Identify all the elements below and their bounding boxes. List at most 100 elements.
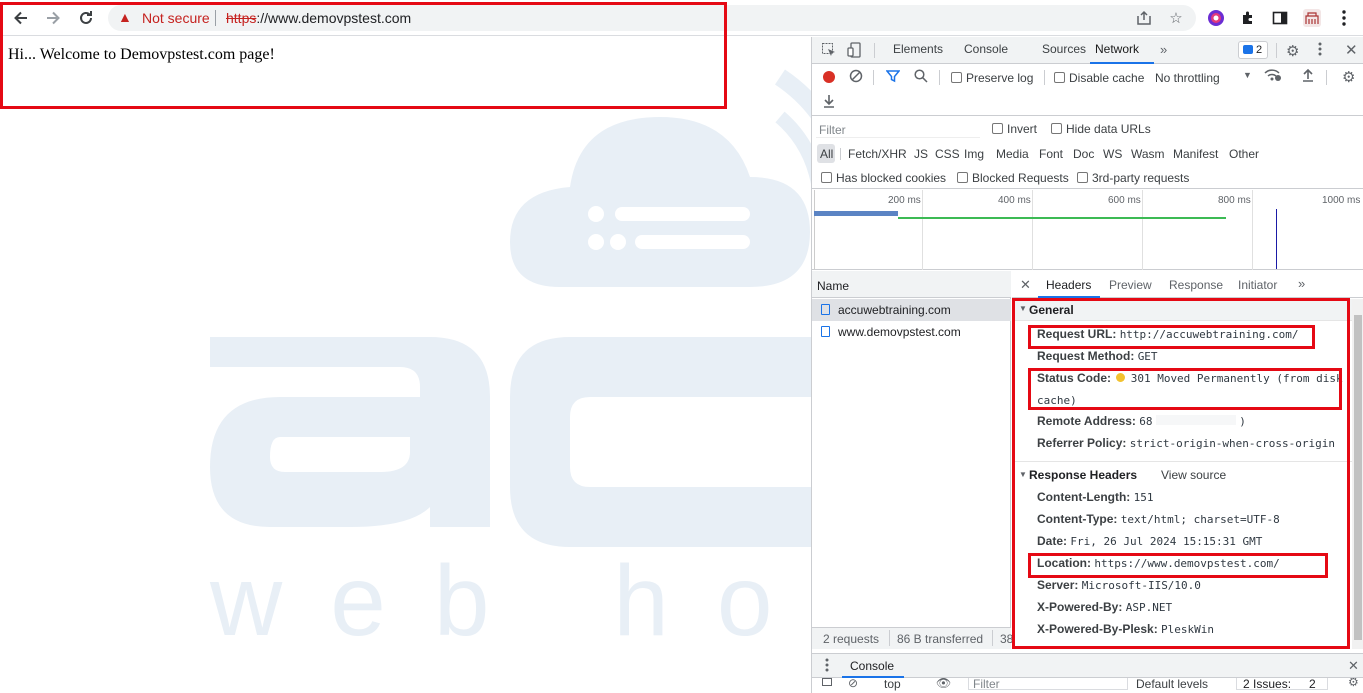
- type-filter-media[interactable]: Media: [996, 147, 1029, 161]
- type-filter-css[interactable]: CSS: [935, 147, 960, 161]
- more-detail-tabs-chevron-icon[interactable]: »: [1298, 276, 1305, 291]
- drawer-menu-icon[interactable]: [825, 658, 829, 675]
- timeline-overview[interactable]: 200 ms 400 ms 600 ms 800 ms 1000 ms: [812, 190, 1363, 270]
- tab-console[interactable]: Console: [964, 42, 1008, 56]
- type-filter-js[interactable]: JS: [914, 147, 928, 161]
- detail-tab-initiator[interactable]: Initiator: [1238, 278, 1277, 292]
- detail-tabbar: ✕ Headers Preview Response Initiator »: [1012, 271, 1363, 298]
- settings-gear-icon[interactable]: ⚙: [1286, 42, 1299, 60]
- type-filter-fetch-xhr[interactable]: Fetch/XHR: [848, 147, 907, 161]
- annotation-box-headers: [1012, 298, 1350, 649]
- filter-placeholder: Filter: [819, 123, 846, 137]
- devtools-panel: Elements Console Sources Network » 2 ⚙ ✕…: [811, 37, 1363, 693]
- side-panel-icon[interactable]: [1270, 8, 1290, 28]
- blocked-requests-checkbox[interactable]: Blocked Requests: [957, 171, 1069, 185]
- status-divider: [889, 630, 890, 646]
- type-filter-img[interactable]: Img: [964, 147, 984, 161]
- timeline-request-bar: [814, 211, 898, 216]
- timeline-request-bar: [898, 217, 1226, 219]
- timeline-gridline: [1032, 190, 1033, 270]
- close-drawer-icon[interactable]: ✕: [1348, 658, 1359, 674]
- filter-input[interactable]: Filter: [816, 120, 980, 138]
- filter-bar: Filter Invert Hide data URLs All Fetch/X…: [812, 117, 1363, 189]
- browser-menu-icon[interactable]: [1334, 8, 1354, 28]
- more-tabs-chevron-icon[interactable]: »: [1160, 42, 1167, 57]
- issues-message-icon: [1243, 45, 1253, 54]
- levels-select[interactable]: Default levels: [1136, 678, 1208, 691]
- preserve-log-label: Preserve log: [966, 71, 1034, 85]
- export-har-icon[interactable]: [822, 94, 836, 111]
- has-blocked-cookies-checkbox[interactable]: Has blocked cookies: [821, 171, 946, 185]
- annotation-box-request-url: [1028, 325, 1315, 349]
- type-filter-manifest[interactable]: Manifest: [1173, 147, 1218, 161]
- console-filter-input[interactable]: Filter: [968, 678, 1128, 691]
- inspect-element-icon[interactable]: [821, 42, 837, 61]
- timeline-tick-label: 400 ms: [998, 195, 1031, 206]
- request-detail-pane: ✕ Headers Preview Response Initiator » ▼…: [1012, 271, 1363, 649]
- console-settings-gear-icon[interactable]: ⚙: [1348, 678, 1359, 689]
- has-blocked-cookies-label: Has blocked cookies: [836, 171, 947, 185]
- detail-tab-response[interactable]: Response: [1169, 278, 1223, 292]
- type-filter-other[interactable]: Other: [1229, 147, 1259, 161]
- blocked-requests-label: Blocked Requests: [972, 171, 1069, 185]
- share-icon[interactable]: [1134, 8, 1154, 28]
- document-icon: [821, 304, 830, 315]
- toolbar-divider: [1044, 70, 1045, 85]
- eye-icon[interactable]: 👁: [936, 678, 951, 690]
- profile-avatar-icon[interactable]: [1302, 8, 1322, 28]
- tab-divider: [1276, 43, 1277, 58]
- network-settings-gear-icon[interactable]: ⚙: [1342, 68, 1355, 86]
- sidebar-toggle-icon[interactable]: [822, 678, 832, 686]
- type-filter-doc[interactable]: Doc: [1073, 147, 1094, 161]
- tab-sources[interactable]: Sources: [1042, 42, 1086, 56]
- clear-icon[interactable]: [849, 69, 863, 86]
- detail-tab-headers[interactable]: Headers: [1046, 278, 1091, 292]
- request-row[interactable]: accuwebtraining.com: [812, 299, 1011, 321]
- disable-cache-label: Disable cache: [1069, 71, 1145, 85]
- detail-scrollbar[interactable]: [1352, 299, 1363, 649]
- name-column-header[interactable]: Name: [817, 279, 849, 293]
- invert-checkbox[interactable]: Invert: [992, 122, 1037, 136]
- drawer-tab-console[interactable]: Console: [850, 659, 894, 673]
- throttling-select[interactable]: No throttling: [1155, 71, 1220, 85]
- throttling-value: No throttling: [1155, 71, 1220, 85]
- timeline-tick-label: 200 ms: [888, 195, 921, 206]
- device-toolbar-icon[interactable]: [847, 42, 863, 61]
- type-filter-font[interactable]: Font: [1039, 147, 1063, 161]
- filter-funnel-icon[interactable]: [885, 69, 901, 86]
- hide-data-urls-checkbox[interactable]: Hide data URLs: [1051, 122, 1151, 136]
- disable-cache-checkbox[interactable]: Disable cache: [1054, 71, 1144, 85]
- preserve-log-checkbox[interactable]: Preserve log: [951, 71, 1033, 85]
- devtools-menu-icon[interactable]: [1318, 42, 1322, 59]
- tab-elements[interactable]: Elements: [893, 42, 943, 56]
- console-issues-count: 2: [1309, 678, 1316, 691]
- network-conditions-icon[interactable]: [1264, 68, 1282, 85]
- third-party-checkbox[interactable]: 3rd-party requests: [1077, 171, 1189, 185]
- toolbar-divider: [873, 70, 874, 85]
- scrollbar-thumb[interactable]: [1354, 315, 1362, 640]
- context-select[interactable]: top: [884, 678, 901, 691]
- issues-count: 2: [1256, 44, 1263, 56]
- close-detail-icon[interactable]: ✕: [1020, 277, 1031, 293]
- console-issues-button[interactable]: 2 Issues: 2: [1236, 678, 1328, 691]
- record-icon[interactable]: [823, 71, 835, 83]
- type-filter-ws[interactable]: WS: [1103, 147, 1122, 161]
- search-icon[interactable]: [914, 69, 928, 86]
- extension-color-icon[interactable]: [1206, 8, 1226, 28]
- close-devtools-icon[interactable]: ✕: [1345, 41, 1358, 59]
- type-filter-wasm[interactable]: Wasm: [1131, 147, 1165, 161]
- issues-badge[interactable]: 2: [1238, 41, 1268, 59]
- import-har-icon[interactable]: [1301, 68, 1315, 85]
- tab-network[interactable]: Network: [1095, 42, 1139, 56]
- chevron-down-icon[interactable]: ▼: [1243, 70, 1252, 80]
- clear-console-icon[interactable]: ⊘: [848, 678, 858, 690]
- web-page-viewport: web hostin Hi... Welcome to Demovpstest.…: [0, 37, 811, 693]
- bookmark-star-icon[interactable]: ☆: [1166, 8, 1186, 28]
- extensions-puzzle-icon[interactable]: [1238, 8, 1258, 28]
- type-filter-all[interactable]: All: [820, 147, 833, 161]
- watermark-logo: web hostin: [209, 69, 811, 657]
- request-row[interactable]: www.demovpstest.com: [812, 321, 1011, 343]
- detail-tab-preview[interactable]: Preview: [1109, 278, 1152, 292]
- console-toolbar: ⊘ top 👁 Filter Default levels 2 Issues: …: [812, 678, 1363, 693]
- timeline-gridline: [1142, 190, 1143, 270]
